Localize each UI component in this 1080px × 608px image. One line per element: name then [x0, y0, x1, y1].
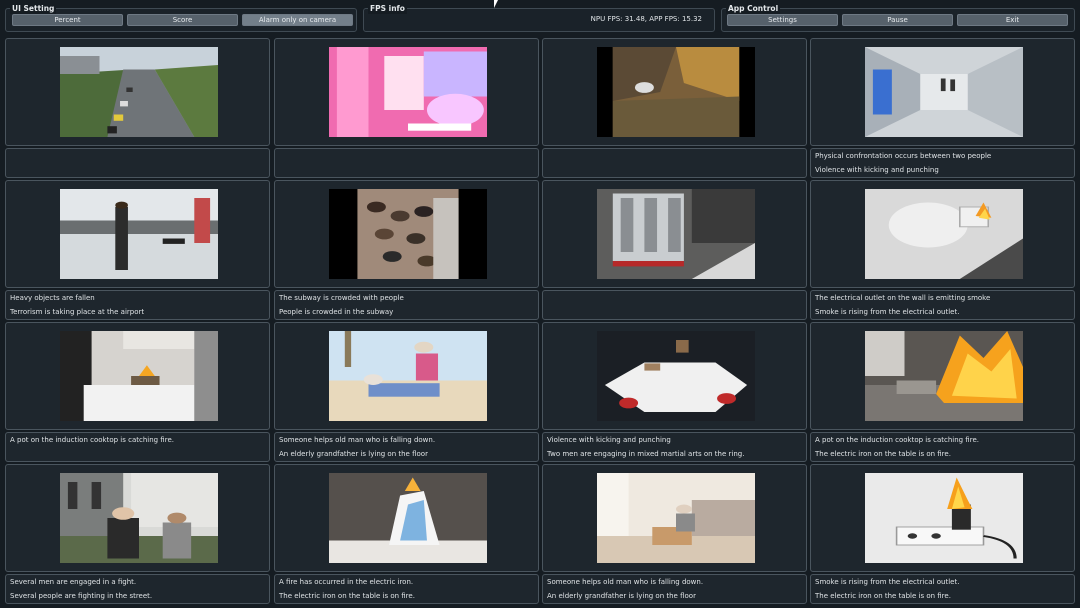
caption-line: The electric iron on the table is on fir…	[815, 592, 951, 600]
caption-line: Heavy objects are fallen	[10, 294, 95, 302]
caption-line: People is crowded in the subway	[279, 308, 394, 316]
caption-box: A pot on the induction cooktop is catchi…	[5, 432, 270, 462]
camera-frame	[328, 331, 487, 421]
camera-view[interactable]	[274, 38, 539, 146]
fps-readout: NPU FPS: 31.48, APP FPS: 15.32	[590, 15, 702, 23]
camera-frame	[864, 331, 1023, 421]
caption-box	[274, 148, 539, 178]
camera-view[interactable]	[810, 322, 1075, 430]
caption-box: Someone helps old man who is falling dow…	[274, 432, 539, 462]
caption-box	[542, 148, 807, 178]
camera-frame	[59, 189, 218, 279]
caption-line: The subway is crowded with people	[279, 294, 404, 302]
caption-box: The electrical outlet on the wall is emi…	[810, 290, 1075, 320]
caption-line: Physical confrontation occurs between tw…	[815, 152, 992, 160]
camera-frame	[596, 189, 755, 279]
caption-line: A fire has occurred in the electric iron…	[279, 578, 414, 586]
mouse-cursor-icon	[494, 0, 502, 8]
caption-line: An elderly grandfather is lying on the f…	[279, 450, 428, 458]
camera-view[interactable]	[5, 180, 270, 288]
caption-line: The electric iron on the table is on fir…	[815, 450, 951, 458]
camera-view[interactable]	[5, 38, 270, 146]
caption-box: Violence with kicking and punching Two me…	[542, 432, 807, 462]
camera-view[interactable]	[5, 464, 270, 572]
camera-view[interactable]	[274, 180, 539, 288]
camera-frame	[328, 47, 487, 137]
score-button[interactable]: Score	[127, 14, 238, 26]
camera-view[interactable]	[274, 464, 539, 572]
camera-frame	[59, 473, 218, 563]
camera-view[interactable]	[274, 322, 539, 430]
camera-view[interactable]	[5, 322, 270, 430]
caption-line: Someone helps old man who is falling dow…	[547, 578, 704, 586]
camera-frame	[596, 331, 755, 421]
caption-box: Physical confrontation occurs between tw…	[810, 148, 1075, 178]
caption-line: Someone helps old man who is falling dow…	[279, 436, 436, 444]
camera-view[interactable]	[810, 180, 1075, 288]
camera-frame	[59, 47, 218, 137]
percent-button[interactable]: Percent	[12, 14, 123, 26]
caption-line: A pot on the induction cooktop is catchi…	[10, 436, 174, 444]
camera-view[interactable]	[810, 38, 1075, 146]
caption-line: An elderly grandfather is lying on the f…	[547, 592, 696, 600]
camera-frame	[864, 189, 1023, 279]
ui-setting-group: UI Setting Percent Score Alarm only on c…	[5, 4, 357, 32]
caption-box: Smoke is rising from the electrical outl…	[810, 574, 1075, 604]
alarm-only-on-camera-button[interactable]: Alarm only on camera	[242, 14, 353, 26]
camera-view[interactable]	[542, 38, 807, 146]
camera-frame	[864, 47, 1023, 137]
caption-box: The subway is crowded with people People …	[274, 290, 539, 320]
caption-line: Violence with kicking and punching	[815, 166, 939, 174]
camera-view[interactable]	[542, 464, 807, 572]
pause-button[interactable]: Pause	[842, 14, 953, 26]
caption-box	[5, 148, 270, 178]
caption-box: A fire has occurred in the electric iron…	[274, 574, 539, 604]
camera-frame	[596, 47, 755, 137]
caption-box	[542, 290, 807, 320]
caption-line: The electric iron on the table is on fir…	[279, 592, 415, 600]
ui-setting-title: UI Setting	[10, 4, 57, 14]
caption-line: Two men are engaging in mixed martial ar…	[547, 450, 745, 458]
camera-view[interactable]	[542, 322, 807, 430]
fps-info-title: FPS info	[368, 4, 407, 14]
exit-button[interactable]: Exit	[957, 14, 1068, 26]
caption-line: The electrical outlet on the wall is emi…	[815, 294, 991, 302]
caption-box: Someone helps old man who is falling dow…	[542, 574, 807, 604]
camera-frame	[328, 473, 487, 563]
settings-button[interactable]: Settings	[727, 14, 838, 26]
caption-box: A pot on the induction cooktop is catchi…	[810, 432, 1075, 462]
caption-line: A pot on the induction cooktop is catchi…	[815, 436, 979, 444]
camera-view[interactable]	[810, 464, 1075, 572]
caption-line: Smoke is rising from the electrical outl…	[815, 308, 960, 316]
camera-frame	[328, 189, 487, 279]
caption-line: Several people are fighting in the stree…	[10, 592, 153, 600]
camera-frame	[596, 473, 755, 563]
camera-view[interactable]	[542, 180, 807, 288]
caption-line: Terrorism is taking place at the airport	[10, 308, 145, 316]
caption-line: Violence with kicking and punching	[547, 436, 671, 444]
camera-frame	[59, 331, 218, 421]
fps-info-group: FPS info NPU FPS: 31.48, APP FPS: 15.32	[363, 4, 715, 32]
app-control-group: App Control Settings Pause Exit	[721, 4, 1075, 32]
camera-frame	[864, 473, 1023, 563]
caption-box: Heavy objects are fallen Terrorism is tak…	[5, 290, 270, 320]
caption-box: Several men are engaged in a fight. Sever…	[5, 574, 270, 604]
caption-line: Several men are engaged in a fight.	[10, 578, 137, 586]
app-control-title: App Control	[726, 4, 781, 14]
caption-line: Smoke is rising from the electrical outl…	[815, 578, 960, 586]
